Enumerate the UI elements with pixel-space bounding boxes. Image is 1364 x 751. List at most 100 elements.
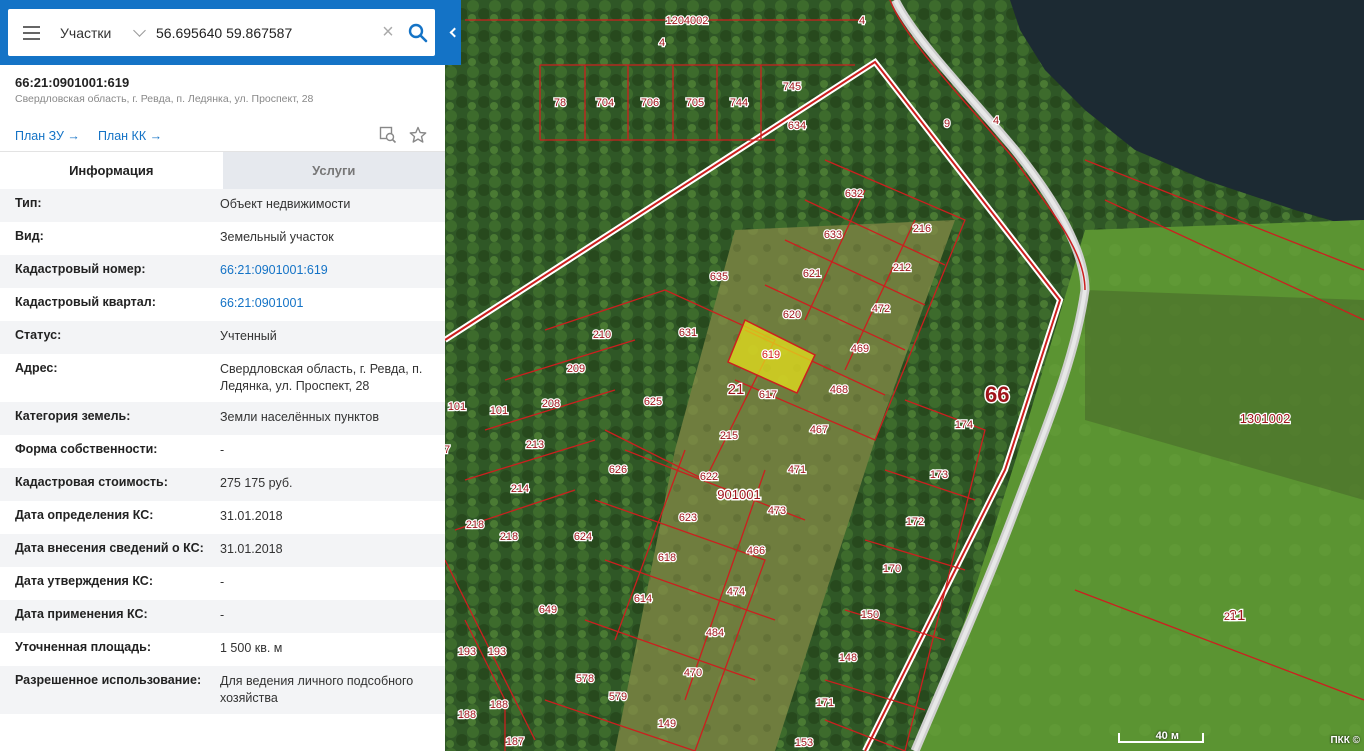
row-value-link[interactable]: 66:21:0901001:619 [205, 262, 430, 281]
parcel-label: 215 [720, 430, 738, 442]
row-label: Кадастровый номер: [15, 262, 146, 276]
parcel-label: 706 [641, 97, 659, 109]
star-icon[interactable] [409, 126, 427, 144]
parcel-label: 210 [593, 329, 611, 341]
plan-zu-link[interactable]: План ЗУ → [15, 129, 80, 143]
row-label: Дата применения КС: [15, 607, 148, 621]
parcel-label: 578 [576, 673, 594, 685]
row-label: Разрешенное использование: [15, 673, 202, 687]
table-row: Уточненная площадь: 1 500 кв. м [0, 633, 445, 666]
search-type-dropdown[interactable]: Участки [54, 9, 150, 56]
search-type-label: Участки [60, 24, 112, 41]
parcel-label: 634 [788, 120, 806, 132]
object-title: 66:21:0901001:619 [15, 75, 130, 90]
parcel-label: 632 [845, 188, 863, 200]
table-row: Дата определения КС: 31.01.2018 [0, 501, 445, 534]
parcel-label: 174 [955, 419, 973, 431]
parcel-label: 744 [730, 97, 748, 109]
table-row: Дата утверждения КС: - [0, 567, 445, 600]
parcel-label: 1204002 [666, 15, 709, 27]
table-row: Кадастровый квартал: 66:21:0901001 [0, 288, 445, 321]
map-attribution: ПКК © [1330, 735, 1360, 746]
parcel-label: 467 [810, 424, 828, 436]
parcel-label: 208 [542, 398, 560, 410]
clear-icon[interactable]: × [375, 9, 401, 56]
table-row: Адрес: Свердловская область, г. Ревда, п.… [0, 354, 445, 402]
parcel-label: 4 [993, 115, 999, 127]
parcel-label: 213 [526, 439, 544, 451]
scale-label: 40 м [1155, 730, 1179, 742]
parcel-label: 188 [458, 709, 476, 721]
parcel-label: 626 [609, 464, 627, 476]
search-input[interactable] [150, 9, 375, 56]
parcel-label: 212 [893, 262, 911, 274]
row-value: Объект недвижимости [220, 197, 351, 211]
parcel-label: 148 [839, 652, 857, 664]
row-value: Для ведения личного подсобного хозяйства [220, 674, 414, 705]
tab-info[interactable]: Информация [0, 152, 223, 189]
row-value: Учтенный [220, 329, 277, 343]
row-value-link[interactable]: 66:21:0901001 [205, 295, 430, 314]
menu-icon[interactable] [8, 9, 54, 56]
row-label: Статус: [15, 328, 62, 342]
zoom-to-object-icon[interactable] [379, 126, 397, 144]
parcel-label: 216 [913, 223, 931, 235]
row-value: 275 175 руб. [220, 476, 293, 490]
table-row: Дата внесения сведений о КС: 31.01.2018 [0, 534, 445, 567]
parcel-label: 617 [759, 389, 777, 401]
table-row: Форма собственности: - [0, 435, 445, 468]
panel-tabs: Информация Услуги [0, 151, 445, 189]
table-row: Статус: Учтенный [0, 321, 445, 354]
parcel-label: 21 [1224, 611, 1236, 623]
parcel-label: 474 [727, 586, 745, 598]
parcel-label: 1301002 [1240, 411, 1291, 426]
parcel-label: 218 [466, 519, 484, 531]
object-address: Свердловская область, г. Ревда, п. Ледян… [15, 93, 314, 105]
table-row: Кадастровый номер: 66:21:0901001:619 [0, 255, 445, 288]
parcel-label: 635 [710, 271, 728, 283]
plan-kk-link[interactable]: План КК → [98, 129, 162, 143]
parcel-label: 704 [596, 97, 614, 109]
parcel-label: 614 [634, 593, 652, 605]
parcel-label: 625 [644, 396, 662, 408]
attribute-table: Тип: Объект недвижимости Вид: Земельный уча… [0, 189, 445, 714]
search-button[interactable] [401, 9, 435, 56]
parcel-label: 150 [861, 609, 879, 621]
parcel-label: 901001 [717, 487, 760, 502]
parcel-label: 4 [659, 37, 665, 49]
parcel-label: 621 [803, 268, 821, 280]
row-label: Дата внесения сведений о КС: [15, 541, 204, 555]
parcel-label: 618 [658, 552, 676, 564]
parcel-label: 193 [488, 646, 506, 658]
row-label: Уточненная площадь: [15, 640, 152, 654]
parcel-label: 9 [944, 118, 950, 130]
table-row: Кадастровая стоимость: 275 175 руб. [0, 468, 445, 501]
parcel-label: 171 [816, 697, 834, 709]
panel-tools [379, 126, 427, 144]
parcel-label: 579 [609, 691, 627, 703]
info-panel: 66:21:0901001:619 Свердловская область, … [0, 65, 445, 751]
row-value: - [220, 575, 225, 589]
app-root: 1204002 4 4 78 704 706 705 744 745 634 9 4 632 216 633… [0, 0, 1364, 751]
parcel-label: 149 [658, 718, 676, 730]
row-value: 1 500 кв. м [220, 641, 283, 655]
parcel-label: 187 [506, 736, 524, 748]
tab-services[interactable]: Услуги [222, 152, 445, 189]
table-row: Категория земель: Земли населённых пункто… [0, 402, 445, 435]
row-value: - [220, 608, 225, 622]
parcel-label: 4 [859, 15, 865, 27]
parcel-label: 209 [567, 363, 585, 375]
row-value: Земли населённых пунктов [220, 410, 379, 424]
parcel-label: 623 [679, 512, 697, 524]
parcel-label: 484 [706, 627, 724, 639]
plan-links: План ЗУ → План КК → [15, 129, 162, 143]
parcel-label: 7 [445, 444, 450, 456]
cadastral-map[interactable]: 1204002 4 4 78 704 706 705 744 745 634 9 4 632 216 633… [445, 0, 1364, 751]
chevron-down-icon [133, 23, 146, 37]
row-label: Тип: [15, 196, 42, 210]
row-value: Земельный участок [220, 230, 334, 244]
collapse-panel-button[interactable] [445, 0, 461, 65]
parcel-label: 745 [783, 81, 801, 93]
search-icon [408, 23, 428, 42]
parcel-label: 622 [700, 471, 718, 483]
